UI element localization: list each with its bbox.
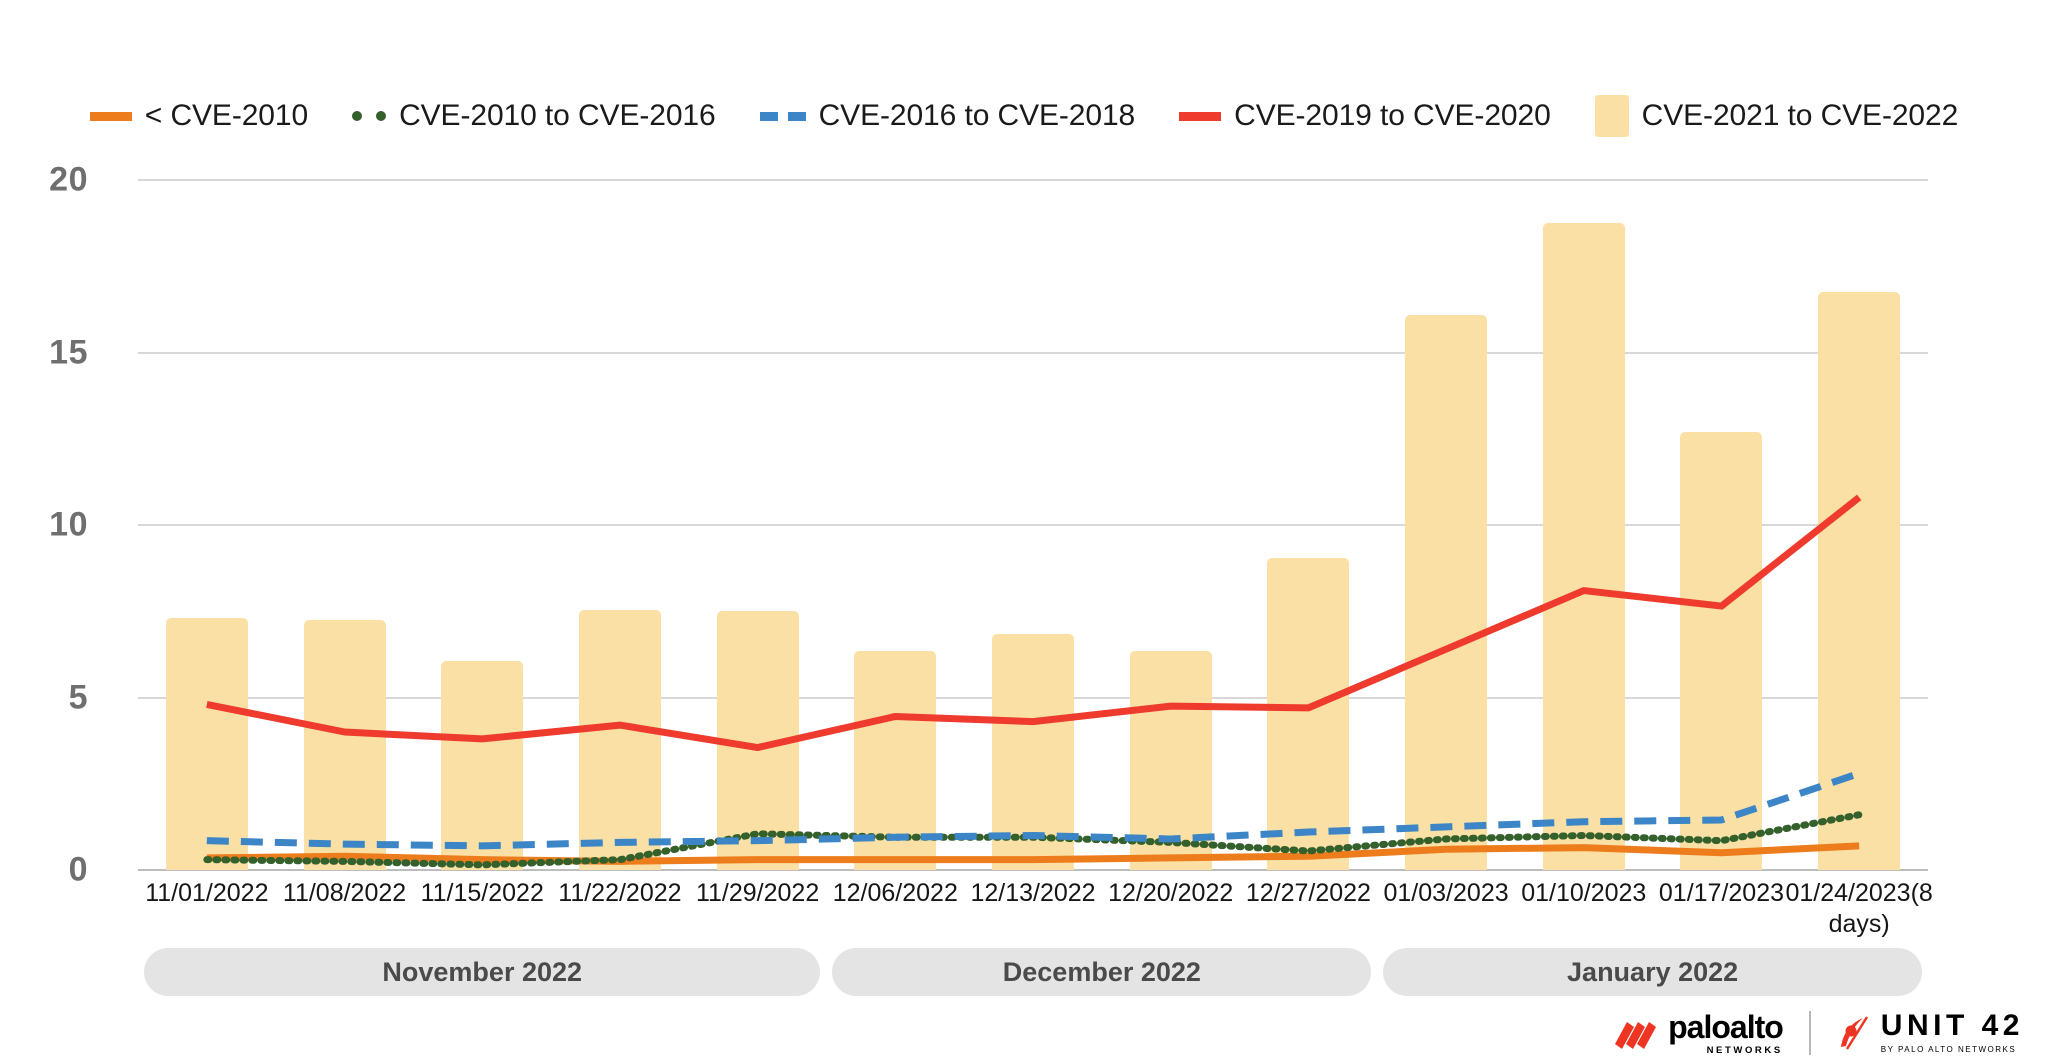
y-axis: 0 5 10 15 20 bbox=[0, 161, 130, 889]
unit42-logo: UNIT 42 BY PALO ALTO NETWORKS bbox=[1837, 1011, 2024, 1054]
x-axis: 11/01/2022 11/08/2022 11/15/2022 11/22/2022… bbox=[138, 878, 1933, 958]
paloalto-wordmark: paloalto bbox=[1668, 1008, 1784, 1045]
unit42-wordmark: UNIT 42 bbox=[1880, 1009, 2024, 1043]
legend-item-cve-2010-2016[interactable]: CVE-2010 to CVE-2016 bbox=[352, 99, 716, 133]
legend-item-cve-2019-2020[interactable]: CVE-2019 to CVE-2020 bbox=[1179, 99, 1551, 133]
legend-swatch-solid-red-icon bbox=[1179, 111, 1222, 121]
legend-label: CVE-2019 to CVE-2020 bbox=[1234, 99, 1551, 132]
legend-swatch-bar-yellow-icon bbox=[1594, 95, 1629, 137]
legend-item-cve-lt-2010[interactable]: < CVE-2010 bbox=[89, 99, 309, 133]
chart-legend: < CVE-2010 CVE-2010 to CVE-2016 CVE-2016… bbox=[0, 95, 2048, 137]
month-group-bands: November 2022 December 2022 January 2022 bbox=[138, 948, 1928, 996]
y-tick-label: 5 bbox=[68, 678, 88, 716]
legend-label: CVE-2010 to CVE-2016 bbox=[399, 99, 716, 132]
x-tick-label: 01/24/2023(8 days) bbox=[1785, 879, 1933, 938]
legend-label: CVE-2021 to CVE-2022 bbox=[1641, 99, 1959, 132]
legend-swatch-dashed-blue-icon bbox=[759, 111, 806, 121]
unit42-mark-icon bbox=[1840, 1016, 1868, 1050]
line-cve-2019-to-cve-2020 bbox=[206, 494, 1862, 752]
paloalto-networks-logo: paloalto NETWORKS bbox=[1615, 1008, 1784, 1056]
footer-logos: paloalto NETWORKS UNIT 42 BY PALO ALTO N… bbox=[1615, 1011, 2024, 1056]
unit42-tagline: BY PALO ALTO NETWORKS bbox=[1880, 1045, 2017, 1055]
paloalto-mark-icon bbox=[1615, 1022, 1657, 1049]
paloalto-tagline: NETWORKS bbox=[1706, 1044, 1783, 1056]
legend-item-cve-2021-2022[interactable]: CVE-2021 to CVE-2022 bbox=[1594, 95, 1959, 137]
legend-label: < CVE-2010 bbox=[144, 99, 309, 132]
y-tick-label: 15 bbox=[49, 333, 88, 371]
month-group-pill[interactable]: December 2022 bbox=[832, 948, 1372, 996]
month-group-pill[interactable]: November 2022 bbox=[144, 948, 821, 996]
y-tick-label: 0 bbox=[68, 850, 88, 889]
y-tick-label: 10 bbox=[49, 505, 88, 544]
legend-label: CVE-2016 to CVE-2018 bbox=[818, 99, 1136, 132]
month-group-pill[interactable]: January 2022 bbox=[1383, 948, 1922, 996]
legend-swatch-dotted-green-icon bbox=[352, 111, 387, 121]
legend-swatch-solid-orange-icon bbox=[89, 111, 132, 121]
y-tick-label: 20 bbox=[49, 160, 88, 199]
logo-divider bbox=[1808, 1010, 1811, 1055]
line-series-group bbox=[203, 494, 1863, 869]
plot-area bbox=[138, 179, 1928, 871]
legend-item-cve-2016-2018[interactable]: CVE-2016 to CVE-2018 bbox=[759, 99, 1136, 133]
